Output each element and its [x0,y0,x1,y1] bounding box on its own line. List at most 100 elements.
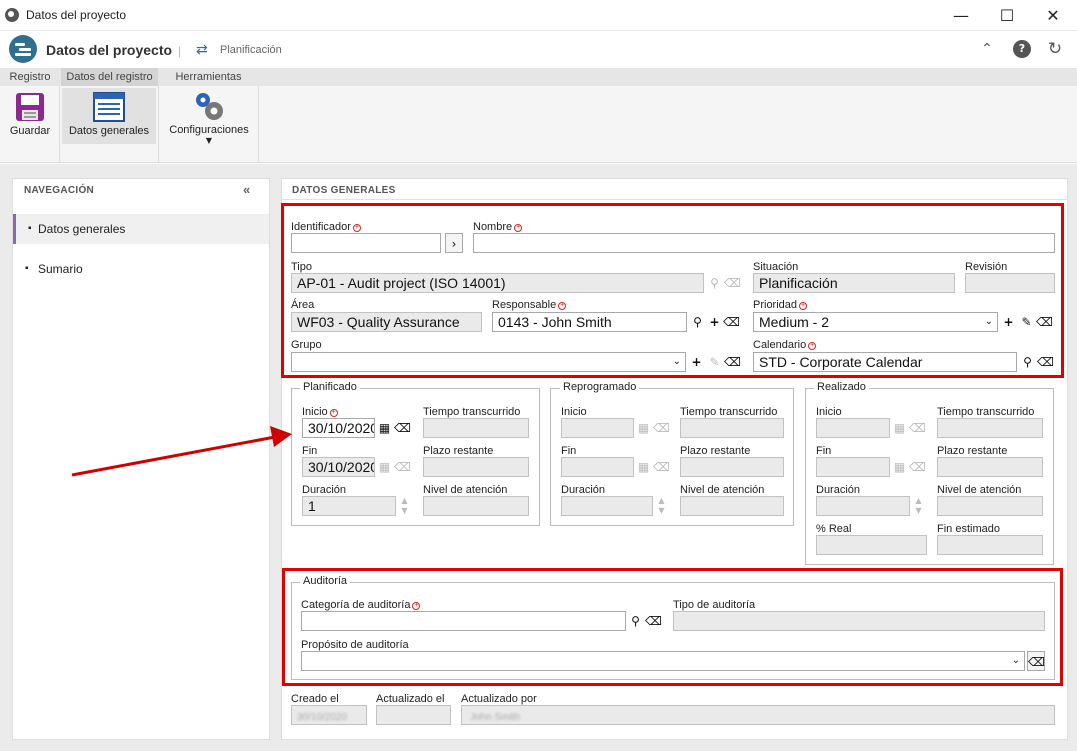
stepper-icon: ▲ ▼ [401,496,408,515]
refresh-icon[interactable]: ↻ [1046,40,1064,58]
fin-label: Fin [816,445,832,457]
nivel-atencion-field [937,496,1043,516]
collapse-left-icon[interactable]: « [243,182,250,197]
eraser-icon: ⌫ [653,460,670,474]
eraser-icon: ⌫ [909,460,926,474]
duracion-field [561,496,653,516]
bullet-icon: ▪ [28,223,32,234]
help-icon[interactable]: ? [1013,40,1031,58]
header-separator: | [178,44,182,58]
stepper-icon: ▲ ▼ [915,496,922,515]
app-logo-icon [9,35,37,63]
plazo-restante-field [680,457,784,477]
calendar-icon: ▦ [378,460,391,474]
duracion-label: Duración [561,484,606,496]
fin-estimado-field [937,535,1043,555]
form-icon [93,92,125,122]
tiempo-transcurrido-label: Tiempo transcurrido [937,406,1035,418]
tab-datos-del-registro[interactable]: Datos del registro [61,68,158,86]
inicio-label: Inicio + [302,406,338,418]
plazo-restante-field [423,457,529,477]
section-title: DATOS GENERALES [292,185,396,196]
inicio-date-field[interactable]: 30/10/2020 [302,418,375,438]
eraser-icon: ⌫ [653,421,670,435]
tab-registro[interactable]: Registro [0,68,60,86]
collapse-up-icon[interactable]: ⌃ [978,40,996,58]
maximize-button[interactable]: ☐ [984,0,1030,31]
plazo-restante-label: Plazo restante [680,445,751,457]
inicio-date-field [816,418,890,438]
nav-item-sumario[interactable]: ▪ Sumario [13,254,269,284]
nivel-atencion-label: Nivel de atención [680,484,765,496]
fin-date-field: 30/10/2020 [302,457,375,477]
save-button[interactable]: Guardar [3,88,57,144]
realizado-legend: Realizado [814,381,869,393]
minimize-button[interactable]: — [938,0,984,31]
configuraciones-button[interactable]: Configuraciones ▼ [162,88,256,145]
nav-item-label: Sumario [38,262,83,276]
real-label: % Real [816,523,852,535]
nivel-atencion-label: Nivel de atención [423,484,508,496]
configuraciones-label: Configuraciones [169,124,249,136]
duracion-field [816,496,910,516]
plazo-restante-label: Plazo restante [423,445,494,457]
highlight-box [281,203,1064,378]
calendar-icon[interactable]: ▦ [376,418,393,438]
tiempo-transcurrido-label: Tiempo transcurrido [423,406,521,418]
nivel-atencion-label: Nivel de atención [937,484,1022,496]
nav-item-datos-generales[interactable]: ▪ Datos generales [13,214,269,244]
calendar-icon: ▦ [637,460,650,474]
eraser-icon[interactable]: ⌫ [394,418,411,438]
nivel-atencion-field [423,496,529,516]
eraser-icon: ⌫ [909,421,926,435]
creado-label: Creado el [291,693,339,705]
window-titlebar: Datos del proyecto [0,0,1077,31]
planificado-legend: Planificado [300,381,360,393]
actualizado-por-label: Actualizado por [461,693,537,705]
calendar-icon: ▦ [893,460,906,474]
save-button-label: Guardar [9,125,51,137]
fin-estimado-label: Fin estimado [937,523,1000,535]
datos-generales-label: Datos generales [68,125,150,137]
calendar-icon: ▦ [893,421,906,435]
page-title: Datos del proyecto [46,42,173,58]
nav-item-label: Datos generales [38,222,126,236]
tiempo-transcurrido-field [937,418,1043,438]
actualizado-por-field: John Smith [461,705,1055,725]
eraser-icon: ⌫ [394,460,411,474]
annotation-arrow [71,426,292,477]
fin-label: Fin [561,445,577,457]
planning-icon: ⇄ [196,42,208,58]
close-button[interactable]: ✕ [1030,0,1076,31]
window-title: Datos del proyecto [26,8,127,22]
nav-title: NAVEGACIÓN [24,185,95,196]
breadcrumb[interactable]: Planificación [220,44,282,56]
stepper-icon: ▲ ▼ [658,496,665,515]
chevron-down-icon: ▼ [205,136,213,145]
actualizado-label: Actualizado el [376,693,445,705]
gears-icon [196,93,223,120]
tiempo-transcurrido-field [423,418,529,438]
actualizado-field [376,705,451,725]
inicio-label: Inicio [561,406,587,418]
plazo-restante-field [937,457,1043,477]
save-icon [16,93,44,121]
real-field [816,535,927,555]
creado-field: 30/10/2020 [291,705,367,725]
tab-herramientas[interactable]: Herramientas [160,68,257,86]
nivel-atencion-field [680,496,784,516]
inicio-label: Inicio [816,406,842,418]
tiempo-transcurrido-field [680,418,784,438]
inicio-date-field [561,418,634,438]
reprogramado-legend: Reprogramado [560,381,640,393]
highlight-box [282,568,1063,686]
duracion-label: Duración [816,484,861,496]
globe-icon [5,8,19,22]
calendar-icon: ▦ [637,421,650,435]
fin-date-field [561,457,634,477]
duracion-field: 1 [302,496,396,516]
bullet-icon: ▪ [25,263,29,274]
datos-generales-button[interactable]: Datos generales [62,88,156,144]
plazo-restante-label: Plazo restante [937,445,1008,457]
fin-date-field [816,457,890,477]
